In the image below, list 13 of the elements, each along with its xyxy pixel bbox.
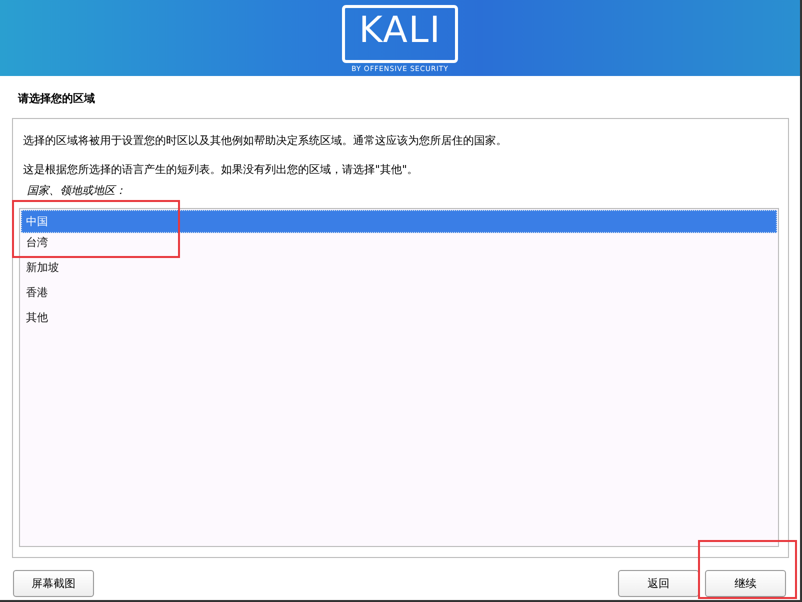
continue-button[interactable]: 继续 <box>705 570 786 597</box>
region-item[interactable]: 台湾 <box>21 233 777 255</box>
list-label: 国家、领地或地区： <box>27 183 127 198</box>
region-item[interactable]: 中国 <box>21 210 777 233</box>
screenshot-button[interactable]: 屏幕截图 <box>13 570 94 597</box>
region-item[interactable]: 新加坡 <box>21 255 777 280</box>
region-item[interactable]: 其他 <box>21 305 777 330</box>
region-item[interactable]: 香港 <box>21 280 777 305</box>
description-text: 选择的区域将被用于设置您的时区以及其他例如帮助决定系统区域。通常这应该为您所居住的国家。 <box>23 133 508 148</box>
page-title: 请选择您的区域 <box>16 91 96 107</box>
back-button[interactable]: 返回 <box>618 570 699 597</box>
description-text: 这是根据您所选择的语言产生的短列表。如果没有列出您的区域，请选择"其他"。 <box>23 162 420 177</box>
logo-text: KALI <box>342 5 458 63</box>
